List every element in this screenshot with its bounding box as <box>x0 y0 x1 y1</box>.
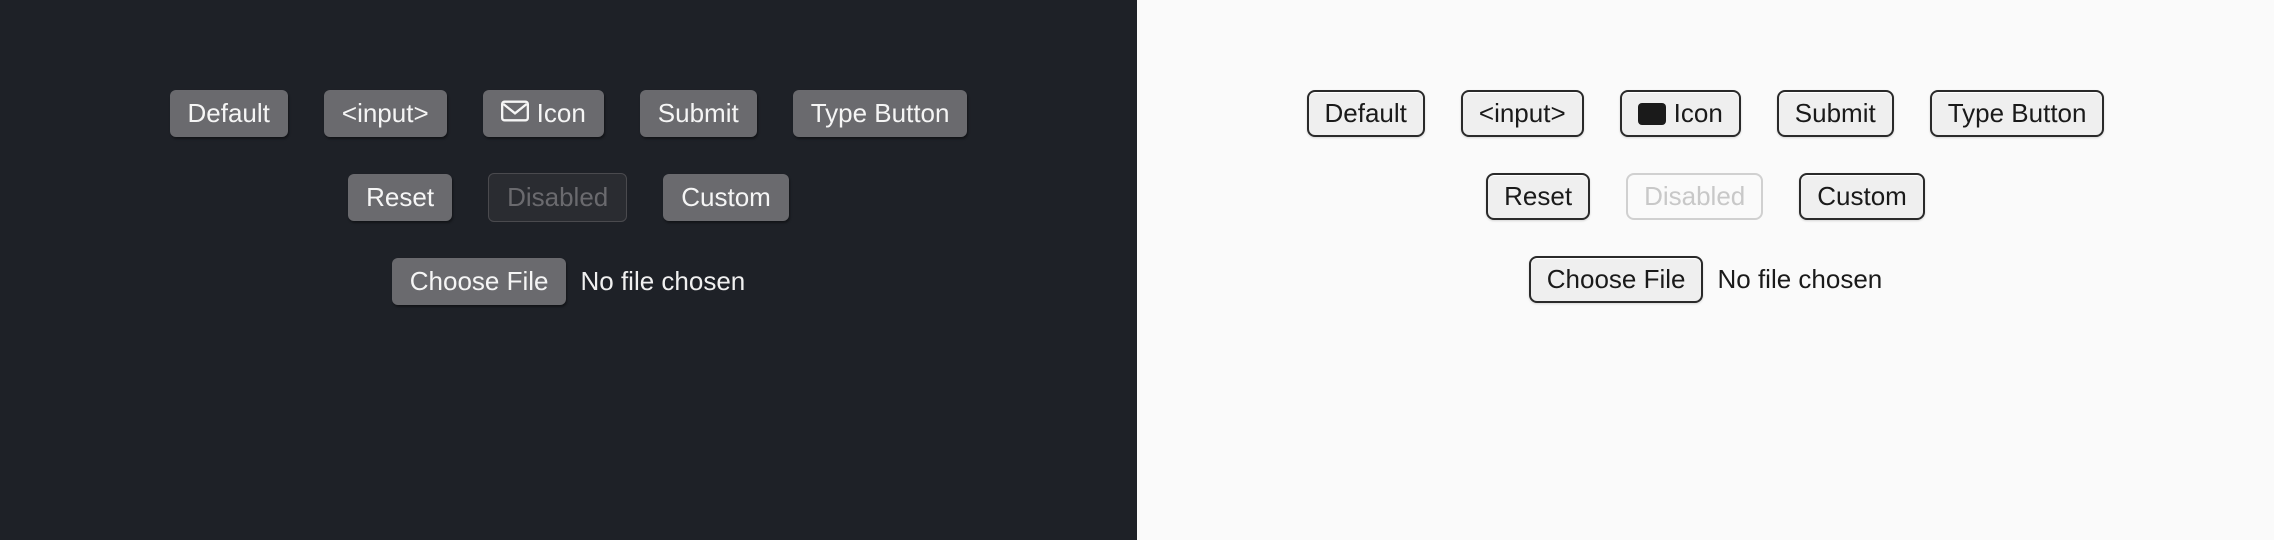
submit-button[interactable]: Submit <box>640 90 757 137</box>
file-status-label: No file chosen <box>580 266 745 297</box>
reset-button[interactable]: Reset <box>1486 173 1590 220</box>
envelope-icon <box>1638 103 1666 125</box>
icon-button-label: Icon <box>537 98 586 129</box>
input-button[interactable]: <input> <box>1461 90 1584 137</box>
button-row-2: Reset Disabled Custom <box>348 173 789 222</box>
envelope-icon <box>501 98 529 129</box>
button-row-2: Reset Disabled Custom <box>1486 173 1925 220</box>
button-row-1: Default <input> Icon Submit Type Button <box>170 90 968 137</box>
choose-file-button[interactable]: Choose File <box>1529 256 1704 303</box>
icon-button[interactable]: Icon <box>483 90 604 137</box>
custom-button[interactable]: Custom <box>663 174 789 221</box>
dark-theme-panel: Default <input> Icon Submit Type Button … <box>0 0 1137 540</box>
reset-button[interactable]: Reset <box>348 174 452 221</box>
custom-button[interactable]: Custom <box>1799 173 1925 220</box>
light-theme-panel: Default <input> Icon Submit Type Button … <box>1137 0 2274 540</box>
disabled-button: Disabled <box>488 173 627 222</box>
default-button[interactable]: Default <box>170 90 288 137</box>
icon-button-label: Icon <box>1674 98 1723 129</box>
input-button[interactable]: <input> <box>324 90 447 137</box>
icon-button[interactable]: Icon <box>1620 90 1741 137</box>
disabled-button: Disabled <box>1626 173 1763 220</box>
type-button[interactable]: Type Button <box>1930 90 2105 137</box>
file-input-row: Choose File No file chosen <box>392 258 746 305</box>
file-status-label: No file chosen <box>1717 264 1882 295</box>
type-button[interactable]: Type Button <box>793 90 968 137</box>
default-button[interactable]: Default <box>1307 90 1425 137</box>
button-row-1: Default <input> Icon Submit Type Button <box>1307 90 2105 137</box>
choose-file-button[interactable]: Choose File <box>392 258 567 305</box>
file-input-row: Choose File No file chosen <box>1529 256 1883 303</box>
submit-button[interactable]: Submit <box>1777 90 1894 137</box>
